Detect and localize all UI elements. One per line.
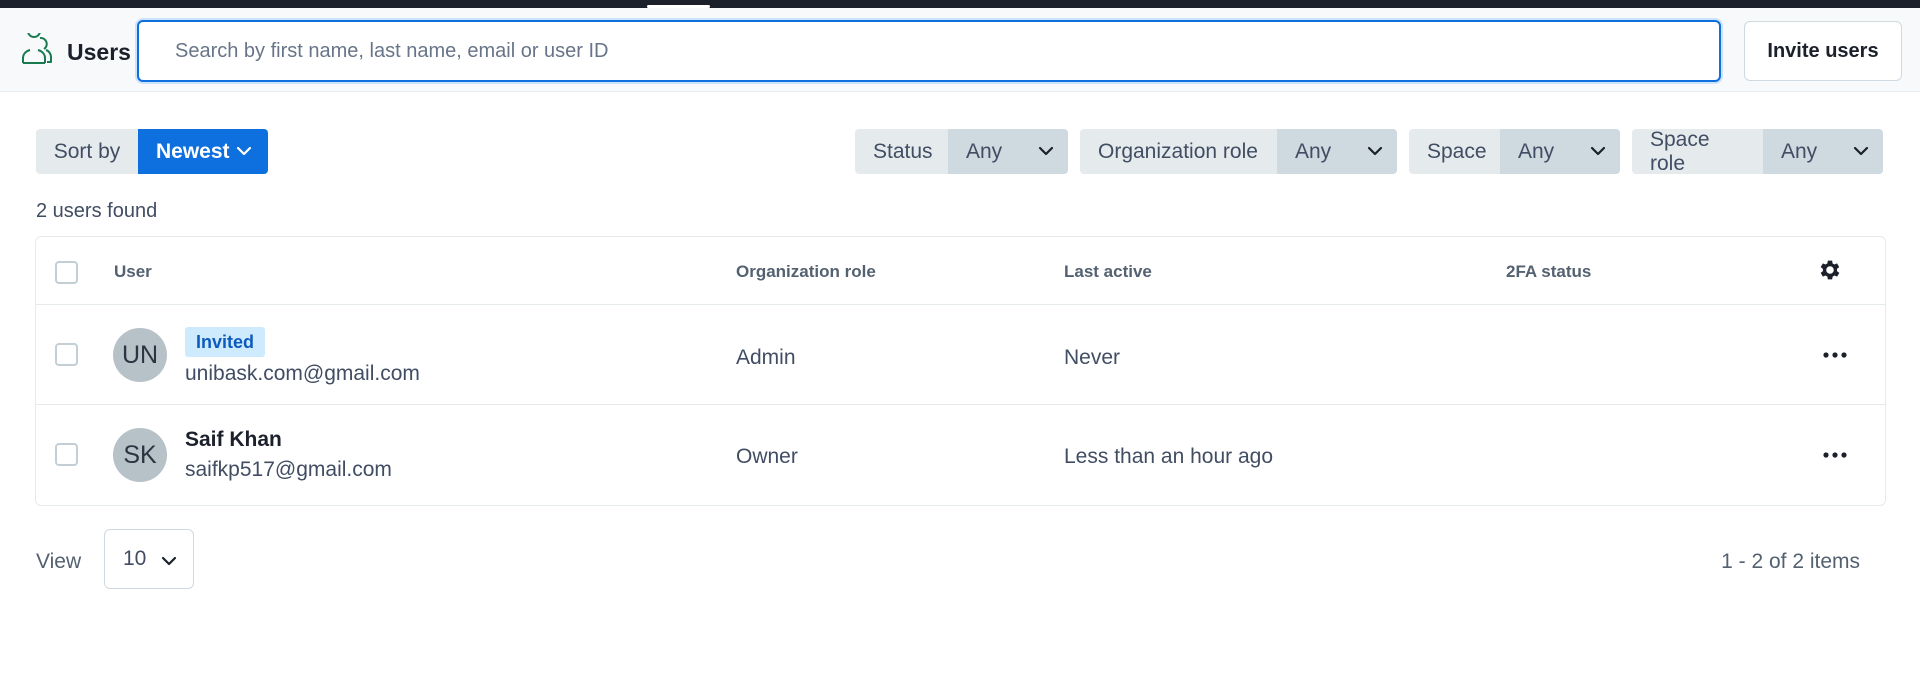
column-header-user[interactable]: User xyxy=(114,262,152,282)
organization-role-filter[interactable]: Organization role Any xyxy=(1080,129,1397,174)
gear-icon[interactable] xyxy=(1817,257,1843,283)
view-label: View xyxy=(36,550,82,573)
column-header-last-active[interactable]: Last active xyxy=(1064,262,1152,282)
row-checkbox[interactable] xyxy=(55,343,78,366)
organization-role-filter-value: Any xyxy=(1295,139,1332,163)
users-table: User Organization role Last active 2FA s… xyxy=(35,236,1886,506)
users-icon xyxy=(22,33,52,64)
row-checkbox[interactable] xyxy=(55,443,78,466)
page-header: Users Invite users xyxy=(0,8,1920,92)
table-row[interactable]: SK Saif Khan saifkp517@gmail.com Owner L… xyxy=(36,405,1885,505)
user-name: Saif Khan xyxy=(185,428,282,451)
page-size-value: 10 xyxy=(123,547,147,570)
space-filter-label: Space xyxy=(1409,129,1500,174)
chevron-down-icon xyxy=(1590,146,1606,156)
status-filter[interactable]: Status Any xyxy=(855,129,1068,174)
status-filter-value: Any xyxy=(966,139,1003,163)
more-options-icon[interactable] xyxy=(1823,450,1847,460)
chevron-down-icon xyxy=(161,556,177,566)
user-email: unibask.com@gmail.com xyxy=(185,362,420,385)
space-role-filter[interactable]: Space role Any xyxy=(1632,128,1883,175)
space-role-filter-label: Space role xyxy=(1632,128,1763,175)
chevron-down-icon xyxy=(236,146,252,156)
select-all-checkbox[interactable] xyxy=(55,261,78,284)
organization-role-filter-select[interactable]: Any xyxy=(1277,129,1397,174)
user-email: saifkp517@gmail.com xyxy=(185,458,392,481)
sort-by-label: Sort by xyxy=(36,129,138,174)
results-count: 2 users found xyxy=(36,200,158,222)
page-size-select[interactable]: 10 xyxy=(104,529,194,589)
sort-dropdown[interactable]: Newest xyxy=(138,129,268,174)
invite-users-button[interactable]: Invite users xyxy=(1744,21,1902,81)
status-filter-select[interactable]: Any xyxy=(948,129,1068,174)
space-filter-value: Any xyxy=(1518,139,1555,163)
search-field[interactable] xyxy=(137,20,1721,82)
table-row[interactable]: UN Invited unibask.com@gmail.com Admin N… xyxy=(36,305,1885,405)
last-active: Never xyxy=(1064,346,1121,369)
space-filter-select[interactable]: Any xyxy=(1500,129,1620,174)
chevron-down-icon xyxy=(1853,146,1869,156)
space-filter[interactable]: Space Any xyxy=(1409,129,1620,174)
chevron-down-icon xyxy=(1367,146,1383,156)
pagination-info: 1 - 2 of 2 items xyxy=(1721,550,1860,573)
table-header-row: User Organization role Last active 2FA s… xyxy=(36,237,1885,305)
chevron-down-icon xyxy=(1038,146,1054,156)
avatar: SK xyxy=(113,428,167,482)
organization-role: Admin xyxy=(736,346,796,369)
column-header-2fa-status[interactable]: 2FA status xyxy=(1506,262,1591,282)
organization-role: Owner xyxy=(736,445,798,468)
status-filter-label: Status xyxy=(855,129,948,174)
top-navigation-bar xyxy=(0,0,1920,8)
space-role-filter-value: Any xyxy=(1781,139,1818,163)
column-header-organization-role[interactable]: Organization role xyxy=(736,262,876,282)
last-active: Less than an hour ago xyxy=(1064,445,1273,468)
search-input[interactable] xyxy=(139,22,1719,80)
avatar: UN xyxy=(113,328,167,382)
sort-value: Newest xyxy=(156,139,230,163)
page-title: Users xyxy=(67,39,131,65)
more-options-icon[interactable] xyxy=(1823,350,1847,360)
status-badge: Invited xyxy=(185,327,266,357)
space-role-filter-select[interactable]: Any xyxy=(1763,129,1883,174)
organization-role-filter-label: Organization role xyxy=(1080,129,1277,174)
